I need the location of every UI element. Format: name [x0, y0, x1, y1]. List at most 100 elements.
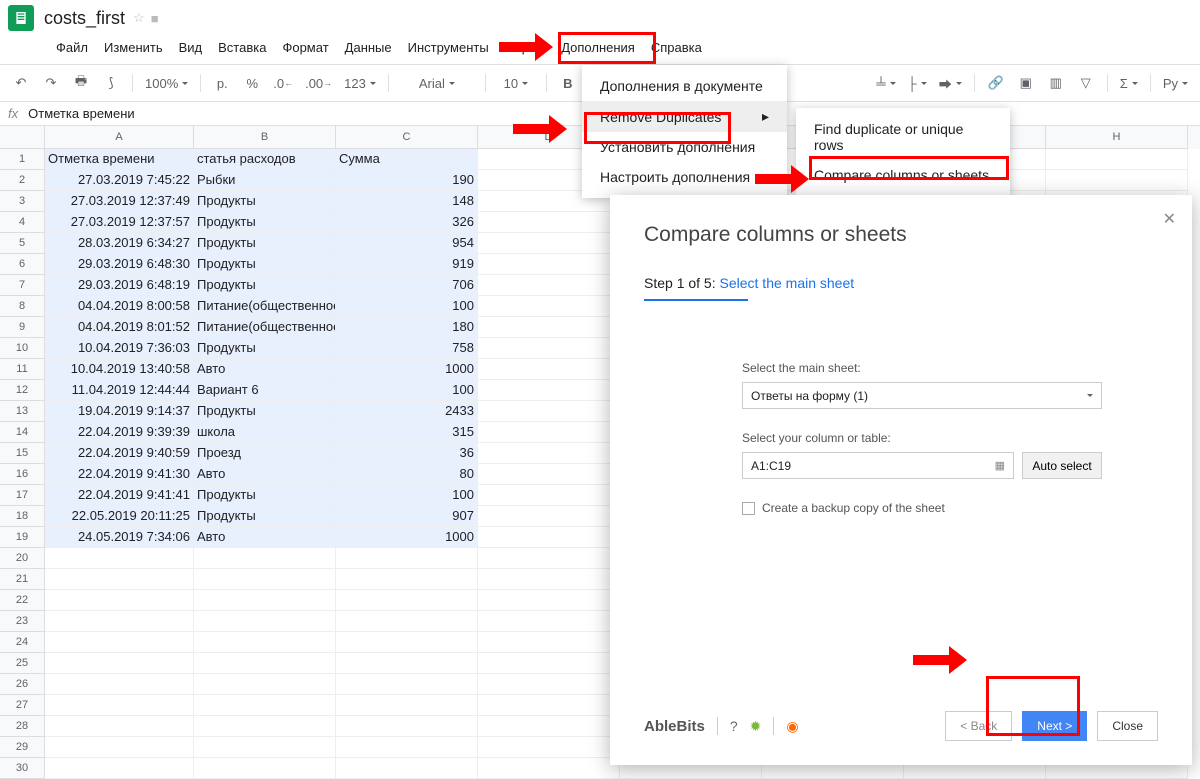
cell[interactable]	[478, 674, 620, 695]
col-header[interactable]: A	[45, 126, 194, 149]
cell[interactable]	[336, 632, 478, 653]
row-header[interactable]: 15	[0, 443, 45, 464]
cell[interactable]: Питание(общественное)	[194, 296, 336, 317]
cell[interactable]: 28.03.2019 6:34:27	[45, 233, 194, 254]
cell[interactable]: 27.03.2019 12:37:57	[45, 212, 194, 233]
cell[interactable]: 706	[336, 275, 478, 296]
cell[interactable]: 190	[336, 170, 478, 191]
cell[interactable]: 919	[336, 254, 478, 275]
cell[interactable]	[478, 338, 620, 359]
cell[interactable]	[478, 317, 620, 338]
cell[interactable]: 27.03.2019 12:37:49	[45, 191, 194, 212]
cell[interactable]	[194, 632, 336, 653]
wrap-button[interactable]: ⮕	[935, 70, 966, 96]
cell[interactable]	[478, 380, 620, 401]
cell[interactable]	[478, 485, 620, 506]
row-header[interactable]: 28	[0, 716, 45, 737]
compare-columns-item[interactable]: Compare columns or sheets	[796, 160, 1010, 190]
dec-decrease-button[interactable]: .0←	[269, 70, 297, 96]
cell[interactable]	[45, 611, 194, 632]
cell[interactable]: Авто	[194, 464, 336, 485]
cell[interactable]	[194, 611, 336, 632]
cell[interactable]	[478, 569, 620, 590]
row-header[interactable]: 10	[0, 338, 45, 359]
cell[interactable]	[45, 674, 194, 695]
row-header[interactable]: 25	[0, 653, 45, 674]
sheet-select[interactable]: Ответы на форму (1)	[742, 382, 1102, 409]
step-name-link[interactable]: Select the main sheet	[720, 275, 855, 291]
cell[interactable]: 100	[336, 485, 478, 506]
cell[interactable]: 10.04.2019 13:40:58	[45, 359, 194, 380]
folder-icon[interactable]: ■	[151, 11, 159, 26]
row-header[interactable]: 9	[0, 317, 45, 338]
cell[interactable]	[45, 758, 194, 779]
cell[interactable]: 80	[336, 464, 478, 485]
link-icon[interactable]: 🔗	[983, 70, 1009, 96]
configure-addons[interactable]: Настроить дополнения	[582, 162, 787, 192]
cell[interactable]: 1000	[336, 359, 478, 380]
row-header[interactable]: 20	[0, 548, 45, 569]
find-duplicates-item[interactable]: Find duplicate or unique rows	[796, 114, 1010, 160]
functions-button[interactable]: Σ	[1116, 70, 1142, 96]
document-title[interactable]: costs_first	[44, 8, 125, 29]
row-header[interactable]: 18	[0, 506, 45, 527]
row-header[interactable]: 11	[0, 359, 45, 380]
remove-duplicates-item[interactable]: Remove Duplicates▸	[582, 101, 787, 132]
cell[interactable]: Продукты	[194, 338, 336, 359]
cell[interactable]: 36	[336, 443, 478, 464]
row-header[interactable]: 26	[0, 674, 45, 695]
cell[interactable]: 27.03.2019 7:45:22	[45, 170, 194, 191]
row-header[interactable]: 17	[0, 485, 45, 506]
row-header[interactable]: 2	[0, 170, 45, 191]
cell[interactable]: Вариант 6	[194, 380, 336, 401]
cell[interactable]: 11.04.2019 12:44:44	[45, 380, 194, 401]
cell[interactable]	[194, 716, 336, 737]
dec-increase-button[interactable]: .00→	[301, 70, 336, 96]
help-icon[interactable]: ?	[730, 718, 738, 734]
cell[interactable]: Отметка времени	[45, 149, 194, 170]
cell[interactable]: Авто	[194, 359, 336, 380]
cell[interactable]: Продукты	[194, 506, 336, 527]
cell[interactable]	[336, 653, 478, 674]
cell[interactable]	[45, 569, 194, 590]
row-header[interactable]: 19	[0, 527, 45, 548]
cell[interactable]: 326	[336, 212, 478, 233]
cell[interactable]	[1046, 149, 1188, 170]
print-icon[interactable]: 🖶	[68, 70, 94, 96]
cell[interactable]: 04.04.2019 8:00:58	[45, 296, 194, 317]
cell[interactable]: 22.05.2019 20:11:25	[45, 506, 194, 527]
next-button[interactable]: Next >	[1022, 711, 1087, 741]
zoom-dropdown[interactable]: 100%	[141, 70, 192, 96]
cell[interactable]	[478, 506, 620, 527]
cell[interactable]	[478, 443, 620, 464]
cell[interactable]: Продукты	[194, 212, 336, 233]
cell[interactable]	[45, 590, 194, 611]
cell[interactable]: статья расходов	[194, 149, 336, 170]
redo-icon[interactable]: ↷	[38, 70, 64, 96]
row-header[interactable]: 24	[0, 632, 45, 653]
row-header[interactable]: 6	[0, 254, 45, 275]
cell[interactable]: Продукты	[194, 275, 336, 296]
bug-icon[interactable]: ✹	[750, 718, 762, 735]
cell[interactable]: 2433	[336, 401, 478, 422]
menu-format[interactable]: Формат	[274, 36, 336, 60]
font-dropdown[interactable]: Arial	[397, 70, 477, 96]
chart-icon[interactable]: ▥	[1043, 70, 1069, 96]
cell[interactable]: Рыбки	[194, 170, 336, 191]
row-header[interactable]: 5	[0, 233, 45, 254]
row-header[interactable]: 4	[0, 212, 45, 233]
cell[interactable]	[336, 674, 478, 695]
addons-in-document[interactable]: Дополнения в документе	[582, 71, 787, 101]
cell[interactable]	[478, 611, 620, 632]
row-header[interactable]: 22	[0, 590, 45, 611]
cell[interactable]: 907	[336, 506, 478, 527]
menu-help[interactable]: Справка	[643, 36, 710, 60]
star-icon[interactable]: ☆	[133, 10, 145, 26]
cell[interactable]: Продукты	[194, 254, 336, 275]
cell[interactable]	[336, 758, 478, 779]
menu-tools[interactable]: Инструменты	[400, 36, 497, 60]
cell[interactable]: Питание(общественное)	[194, 317, 336, 338]
cell[interactable]	[478, 590, 620, 611]
cell[interactable]	[45, 632, 194, 653]
row-header[interactable]: 3	[0, 191, 45, 212]
